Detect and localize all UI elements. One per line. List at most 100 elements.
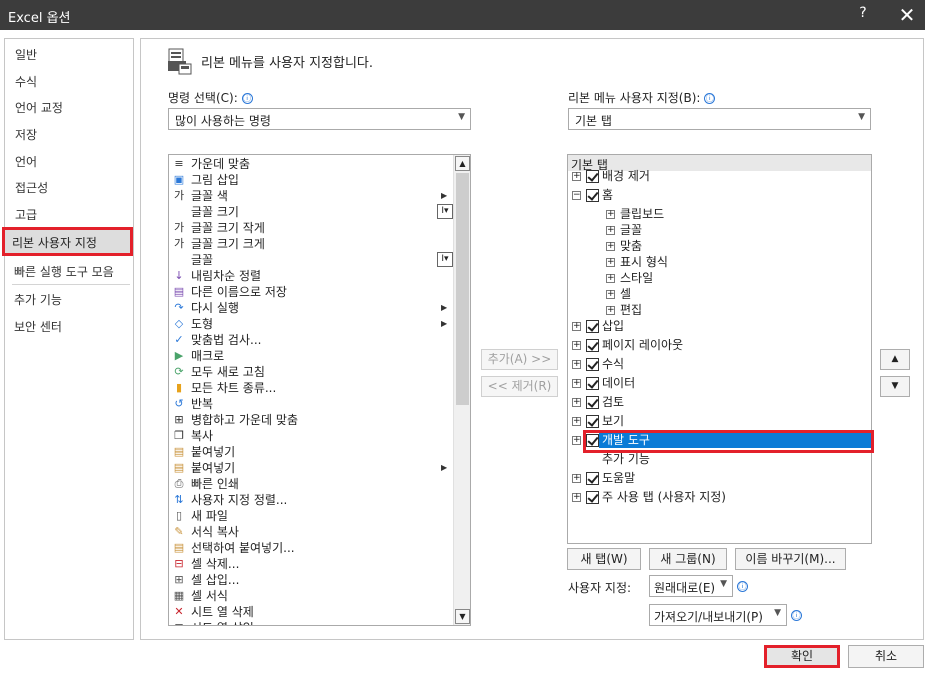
command-item[interactable]: ⊞ 병합하고 가운데 맞춤: [169, 412, 454, 428]
command-item[interactable]: ▤ 다른 이름으로 저장: [169, 284, 454, 300]
nav-item-general[interactable]: 일반: [15, 46, 37, 63]
command-item[interactable]: ▮ 모든 차트 종류...: [169, 380, 454, 396]
expand-icon[interactable]: +: [572, 417, 581, 426]
command-item[interactable]: ▦ 셀 서식: [169, 588, 454, 604]
nav-item-language[interactable]: 언어: [15, 153, 37, 170]
close-button[interactable]: ✕: [894, 2, 920, 28]
tree-item-tab[interactable]: + 페이지 레이아웃: [568, 336, 871, 354]
command-item[interactable]: ↷ 다시 실행 ▶: [169, 300, 454, 316]
expand-icon[interactable]: +: [572, 493, 581, 502]
collapse-icon[interactable]: −: [572, 191, 581, 200]
expand-icon[interactable]: +: [606, 226, 615, 235]
commands-list[interactable]: ≡ 가운데 맞춤 ▣ 그림 삽입 가 글꼴 색 ▶ 글꼴 크기 I▾ 가 글꼴 크기 작게 가 글꼴 크…: [168, 154, 471, 626]
expand-icon[interactable]: +: [606, 290, 615, 299]
command-item[interactable]: ⊟ 셀 삭제...: [169, 556, 454, 572]
checkbox[interactable]: [586, 472, 599, 485]
command-item[interactable]: ✓ 맞춤법 검사...: [169, 332, 454, 348]
command-item[interactable]: ▤ 붙여넣기 ▶: [169, 460, 454, 476]
customize-ribbon-dropdown[interactable]: 기본 탭 ▼: [568, 108, 871, 130]
expand-icon[interactable]: +: [606, 274, 615, 283]
command-item[interactable]: ⊞ 셀 삽입...: [169, 572, 454, 588]
checkbox[interactable]: [586, 189, 599, 202]
checkbox[interactable]: [586, 415, 599, 428]
cancel-button[interactable]: 취소: [848, 645, 924, 668]
expand-icon[interactable]: +: [572, 474, 581, 483]
command-item[interactable]: ↺ 반복: [169, 396, 454, 412]
new-tab-button[interactable]: 새 탭(W): [567, 548, 641, 570]
checkbox[interactable]: [586, 491, 599, 504]
tree-item-home[interactable]: − 홈: [568, 186, 871, 204]
nav-item-trust-center[interactable]: 보안 센터: [14, 318, 62, 335]
command-item[interactable]: ▤ 붙여넣기: [169, 444, 454, 460]
tree-item-tab[interactable]: + 데이터: [568, 374, 871, 392]
move-down-button[interactable]: ▼: [880, 376, 910, 397]
tree-item-tab[interactable]: + 도움말: [568, 469, 871, 487]
command-item[interactable]: ⊞ 시트 열 삽입: [169, 620, 454, 625]
tree-item-tab[interactable]: + 보기: [568, 412, 871, 430]
nav-item-accessibility[interactable]: 접근성: [15, 179, 48, 196]
new-group-button[interactable]: 새 그룹(N): [649, 548, 727, 570]
commands-scrollbar[interactable]: ▲ ▼: [453, 155, 470, 625]
expand-icon[interactable]: +: [572, 322, 581, 331]
nav-item-formulas[interactable]: 수식: [15, 73, 37, 90]
checkbox[interactable]: [586, 320, 599, 333]
expand-icon[interactable]: +: [606, 258, 615, 267]
command-item[interactable]: ⟳ 모두 새로 고침: [169, 364, 454, 380]
expand-icon[interactable]: +: [572, 360, 581, 369]
ok-button[interactable]: 확인: [764, 645, 840, 668]
expand-icon[interactable]: +: [572, 436, 581, 445]
command-item[interactable]: 가 글꼴 크기 크게: [169, 236, 454, 252]
tree-item-tab[interactable]: + 삽입: [568, 317, 871, 335]
command-item[interactable]: ▤ 선택하여 붙여넣기...: [169, 540, 454, 556]
nav-item-addins[interactable]: 추가 기능: [14, 291, 62, 308]
tree-item-tab[interactable]: + 수식: [568, 355, 871, 373]
checkbox[interactable]: [586, 377, 599, 390]
command-item[interactable]: ◇ 도형 ▶: [169, 316, 454, 332]
checkbox[interactable]: [586, 358, 599, 371]
rename-button[interactable]: 이름 바꾸기(M)...: [735, 548, 846, 570]
command-item[interactable]: ✕ 시트 열 삭제: [169, 604, 454, 620]
reset-dropdown[interactable]: 원래대로(E) ▼: [649, 575, 733, 597]
expand-icon[interactable]: +: [572, 398, 581, 407]
command-item[interactable]: ▯ 새 파일: [169, 508, 454, 524]
command-item[interactable]: 글꼴 크기 I▾: [169, 204, 454, 220]
nav-item-quick-access[interactable]: 빠른 실행 도구 모음: [14, 263, 114, 280]
help-button[interactable]: ?: [853, 5, 873, 25]
expand-icon[interactable]: +: [572, 379, 581, 388]
nav-item-proofing[interactable]: 언어 교정: [15, 99, 63, 116]
move-up-button[interactable]: ▲: [880, 349, 910, 370]
expand-icon[interactable]: +: [606, 210, 615, 219]
command-item[interactable]: ❐ 복사: [169, 428, 454, 444]
choose-commands-dropdown[interactable]: 많이 사용하는 명령 ▼: [168, 108, 471, 130]
scroll-up-button[interactable]: ▲: [455, 156, 470, 171]
tree-item-tab[interactable]: + 주 사용 탭 (사용자 지정): [568, 488, 871, 506]
tree-item-background-removal[interactable]: + 배경 제거: [568, 167, 871, 185]
add-button[interactable]: 추가(A) >>: [481, 349, 558, 370]
checkbox[interactable]: [586, 339, 599, 352]
command-item[interactable]: ↓ 내림차순 정렬: [169, 268, 454, 284]
command-item[interactable]: 가 글꼴 크기 작게: [169, 220, 454, 236]
expand-icon[interactable]: +: [572, 172, 581, 181]
ribbon-tree[interactable]: 기본 탭 + 배경 제거 − 홈 + 클립보드 + 글꼴 + 맞춤 + 표시 형식 + 스타일 + 셀 + 편집 +…: [567, 154, 872, 544]
command-item[interactable]: 글꼴 I▾: [169, 252, 454, 268]
command-item[interactable]: ⎙ 빠른 인쇄: [169, 476, 454, 492]
command-item[interactable]: 가 글꼴 색 ▶: [169, 188, 454, 204]
command-item[interactable]: ≡ 가운데 맞춤: [169, 156, 454, 172]
import-export-dropdown[interactable]: 가져오기/내보내기(P) ▼: [649, 604, 787, 626]
expand-icon[interactable]: +: [572, 341, 581, 350]
nav-item-save[interactable]: 저장: [15, 126, 37, 143]
checkbox[interactable]: [586, 170, 599, 183]
checkbox[interactable]: [586, 396, 599, 409]
nav-item-advanced[interactable]: 고급: [15, 206, 37, 223]
scroll-down-button[interactable]: ▼: [455, 609, 470, 624]
command-item[interactable]: ⇅ 사용자 지정 정렬...: [169, 492, 454, 508]
expand-icon[interactable]: +: [606, 242, 615, 251]
command-item[interactable]: ▶ 매크로: [169, 348, 454, 364]
tree-item-tab[interactable]: + 검토: [568, 393, 871, 411]
command-item[interactable]: ▣ 그림 삽입: [169, 172, 454, 188]
nav-item-customize-ribbon[interactable]: 리본 사용자 지정: [2, 227, 133, 256]
expand-icon[interactable]: +: [606, 306, 615, 315]
remove-button[interactable]: << 제거(R): [481, 376, 558, 397]
scroll-thumb[interactable]: [456, 173, 469, 405]
command-item[interactable]: ✎ 서식 복사: [169, 524, 454, 540]
